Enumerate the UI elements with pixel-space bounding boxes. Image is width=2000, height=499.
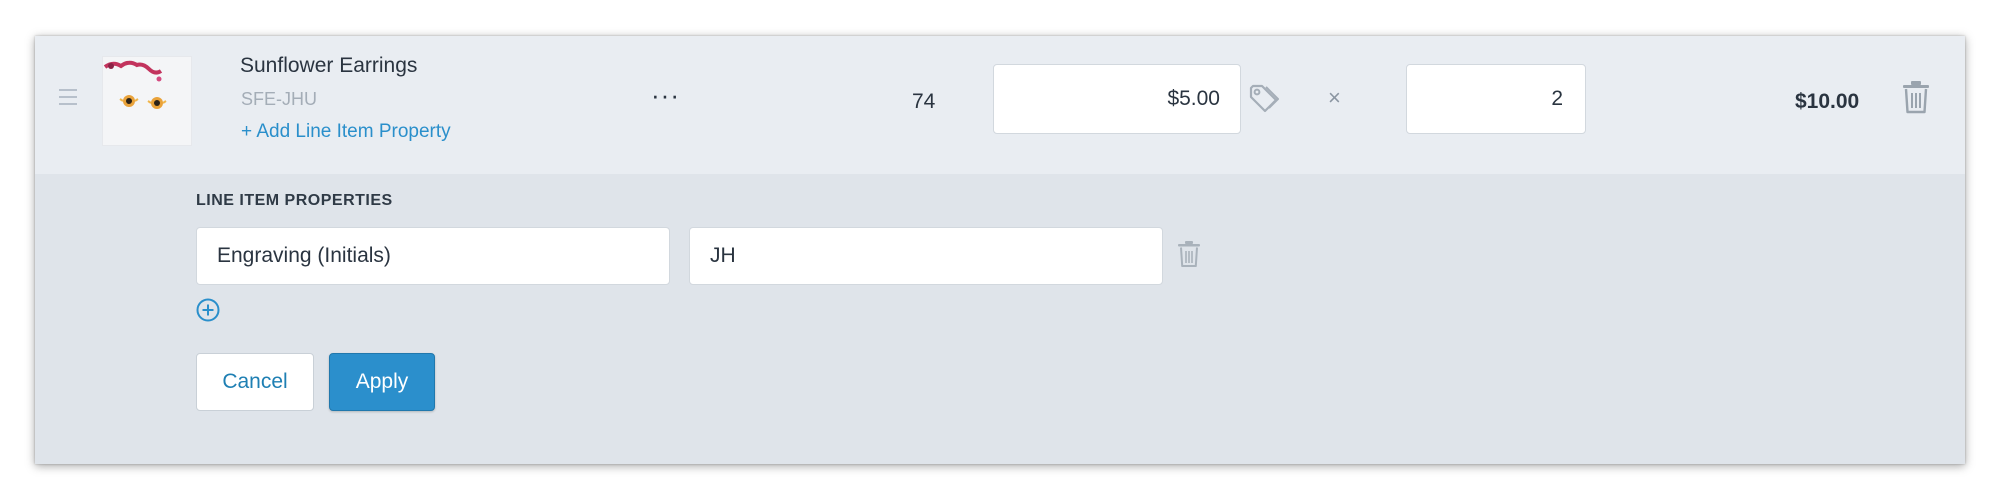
tag-icon[interactable] xyxy=(1247,82,1281,116)
cancel-button[interactable]: Cancel xyxy=(196,353,314,411)
price-input[interactable] xyxy=(993,64,1241,134)
property-value-input[interactable] xyxy=(689,227,1163,285)
property-name-input[interactable] xyxy=(196,227,670,285)
multiply-symbol: × xyxy=(1328,85,1341,110)
line-item-card: Sunflower Earrings SFE-JHU + Add Line It… xyxy=(35,36,1965,464)
plus-circle-icon[interactable] xyxy=(195,297,221,323)
line-item-properties-heading: LINE ITEM PROPERTIES xyxy=(196,192,393,209)
trash-icon[interactable] xyxy=(1901,80,1931,114)
more-actions-button[interactable]: ··· xyxy=(651,80,680,111)
product-sku: SFE-JHU xyxy=(241,89,317,109)
trash-icon[interactable] xyxy=(1177,240,1201,268)
line-item-row: Sunflower Earrings SFE-JHU + Add Line It… xyxy=(35,36,1965,174)
product-title[interactable]: Sunflower Earrings xyxy=(240,54,417,78)
quantity-input[interactable] xyxy=(1406,64,1586,134)
line-total: $10.00 xyxy=(1795,90,1860,113)
add-line-item-property-link[interactable]: + Add Line Item Property xyxy=(241,121,451,143)
apply-button[interactable]: Apply xyxy=(329,353,435,411)
drag-handle-icon[interactable] xyxy=(59,89,79,109)
product-thumbnail xyxy=(102,56,192,146)
available-quantity: 74 xyxy=(912,90,936,113)
